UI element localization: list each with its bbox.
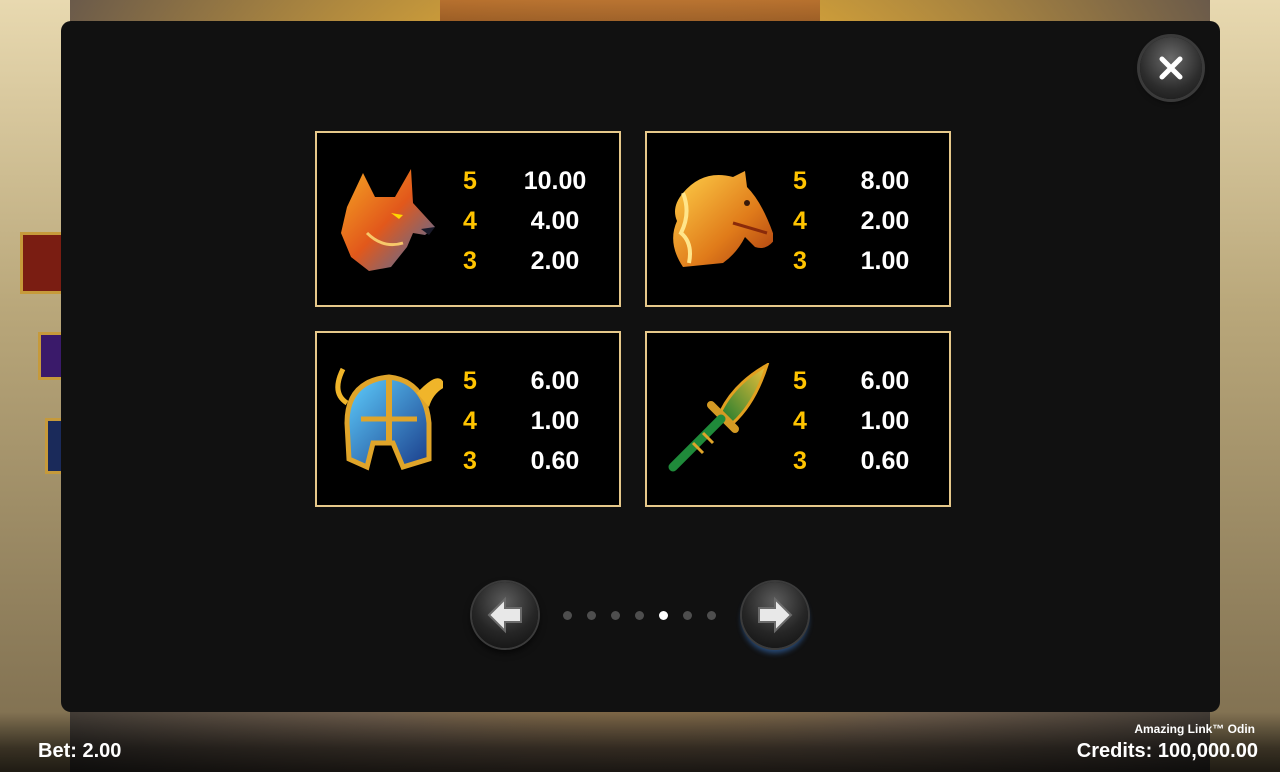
- horse-icon: [673, 171, 773, 267]
- next-page-button[interactable]: [742, 582, 808, 648]
- close-button[interactable]: [1140, 37, 1202, 99]
- credits-display: Credits: 100,000.00: [1076, 740, 1258, 762]
- pay-count: 4: [793, 207, 807, 235]
- spear-icon: [668, 363, 770, 472]
- paytable-card-horse: 5 8.00 4 2.00 3 1.00: [645, 131, 951, 307]
- page-dot[interactable]: [635, 611, 644, 620]
- page-dot[interactable]: [707, 611, 716, 620]
- pay-value: 1.00: [860, 407, 910, 435]
- pay-value: 8.00: [860, 167, 910, 195]
- pay-row: 4 2.00: [785, 207, 945, 247]
- background-left: [0, 0, 70, 772]
- pay-value: 2.00: [530, 247, 580, 275]
- pay-value: 2.00: [860, 207, 910, 235]
- page-dot[interactable]: [587, 611, 596, 620]
- page-dot[interactable]: [563, 611, 572, 620]
- paytable-card-spear: 5 6.00 4 1.00 3 0.60: [645, 331, 951, 507]
- pay-row: 4 1.00: [785, 407, 945, 447]
- pay-value: 0.60: [860, 447, 910, 475]
- pay-row: 5 8.00: [785, 167, 945, 207]
- pay-count: 3: [793, 247, 807, 275]
- pay-row: 4 1.00: [455, 407, 615, 447]
- pay-row: 4 4.00: [455, 207, 615, 247]
- pay-row: 5 6.00: [785, 367, 945, 407]
- pay-count: 5: [463, 167, 477, 195]
- pay-value: 1.00: [530, 407, 580, 435]
- pay-count: 4: [793, 407, 807, 435]
- pay-count: 3: [463, 447, 477, 475]
- pay-row: 3 2.00: [455, 247, 615, 287]
- pay-count: 5: [793, 367, 807, 395]
- pay-count: 5: [793, 167, 807, 195]
- page-indicator: [563, 611, 723, 621]
- pay-value: 1.00: [860, 247, 910, 275]
- pay-count: 3: [463, 247, 477, 275]
- close-icon: [1159, 56, 1183, 80]
- wolf-icon: [341, 169, 435, 271]
- page-dot[interactable]: [611, 611, 620, 620]
- pay-value: 6.00: [860, 367, 910, 395]
- pay-row: 5 10.00: [455, 167, 615, 207]
- pay-row: 3 0.60: [785, 447, 945, 487]
- background-right: [1210, 0, 1280, 772]
- pay-value: 6.00: [530, 367, 580, 395]
- arrow-left-icon: [487, 596, 522, 634]
- paytable-card-helmet: 5 6.00 4 1.00 3 0.60: [315, 331, 621, 507]
- pay-count: 5: [463, 367, 477, 395]
- pay-count: 4: [463, 407, 477, 435]
- previous-page-button[interactable]: [472, 582, 538, 648]
- page-dot[interactable]: [683, 611, 692, 620]
- game-title: Amazing Link™ Odin: [1134, 722, 1255, 736]
- arrow-right-icon: [758, 596, 793, 634]
- paytable-modal: [61, 21, 1220, 712]
- pay-row: 5 6.00: [455, 367, 615, 407]
- helmet-icon: [335, 367, 443, 471]
- pay-row: 3 0.60: [455, 447, 615, 487]
- bet-display: Bet: 2.00: [38, 740, 122, 762]
- pay-value: 0.60: [530, 447, 580, 475]
- pay-count: 3: [793, 447, 807, 475]
- paytable-card-wolf: 5 10.00 4 4.00 3 2.00: [315, 131, 621, 307]
- pay-value: 4.00: [530, 207, 580, 235]
- page-dot-active[interactable]: [659, 611, 668, 620]
- pay-value: 10.00: [523, 167, 587, 195]
- pay-count: 4: [463, 207, 477, 235]
- pay-row: 3 1.00: [785, 247, 945, 287]
